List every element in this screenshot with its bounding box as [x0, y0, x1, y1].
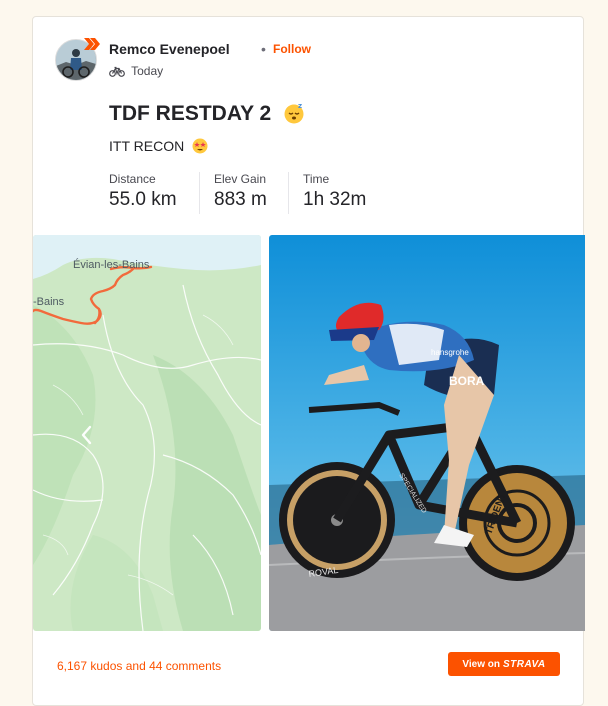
stat-label: Time: [303, 172, 330, 186]
stat-distance: Distance 55.0 km: [109, 172, 177, 214]
activity-title-row: TDF RESTDAY 2 z: [109, 102, 305, 126]
follow-button[interactable]: Follow: [273, 42, 311, 56]
svg-text:z: z: [298, 102, 302, 110]
shorts-text: BORA: [449, 374, 485, 388]
separator-dot: •: [261, 41, 266, 57]
chevron-left-icon[interactable]: [77, 423, 97, 447]
activity-meta: Today: [109, 64, 163, 78]
map-graphic: Évian-les-Bains -Bains: [33, 235, 261, 631]
stat-time: Time 1h 32m: [288, 172, 366, 214]
athlete-header: Remco Evenepoel • Follow Today: [55, 37, 455, 81]
activity-description: ITT RECON: [109, 138, 185, 154]
kudos-comments-link[interactable]: 6,167 kudos and 44 comments: [57, 659, 221, 673]
sleeping-face-emoji-icon: z: [284, 102, 304, 124]
activity-photo[interactable]: hansgrohe BORA SPECIALIZED ROVAL TRIDENT: [269, 235, 585, 631]
activity-description-row: ITT RECON: [109, 138, 208, 154]
strava-wordmark: STRAVA: [502, 658, 546, 670]
strava-chevron-icon: [84, 38, 100, 50]
activity-title[interactable]: TDF RESTDAY 2: [109, 102, 271, 125]
star-struck-emoji-icon: [192, 138, 208, 154]
cyclist-photo: hansgrohe BORA SPECIALIZED ROVAL TRIDENT: [269, 235, 585, 631]
map-label-evian: Évian-les-Bains: [73, 258, 150, 271]
jersey-text: hansgrohe: [431, 348, 469, 357]
stat-value: 883 m: [214, 189, 267, 210]
view-label: View on: [462, 658, 500, 670]
activity-card: Remco Evenepoel • Follow Today TDF RESTD…: [32, 16, 585, 706]
stat-label: Elev Gain: [214, 172, 267, 186]
stat-elev-gain: Elev Gain 883 m: [199, 172, 267, 214]
stat-value: 55.0 km: [109, 189, 177, 210]
route-map[interactable]: Évian-les-Bains -Bains: [33, 235, 261, 631]
stat-value: 1h 32m: [303, 189, 367, 210]
activity-date: Today: [131, 64, 164, 78]
athlete-name[interactable]: Remco Evenepoel: [109, 41, 230, 57]
stat-label: Distance: [109, 172, 156, 186]
map-label-bains: -Bains: [33, 296, 65, 308]
bike-icon: [109, 66, 125, 77]
view-on-strava-button[interactable]: View on STRAVA: [448, 652, 560, 676]
card-footer: 6,167 kudos and 44 comments View on STRA…: [33, 647, 585, 677]
media-carousel: Évian-les-Bains -Bains hansgrohe BORA SP…: [33, 235, 585, 631]
